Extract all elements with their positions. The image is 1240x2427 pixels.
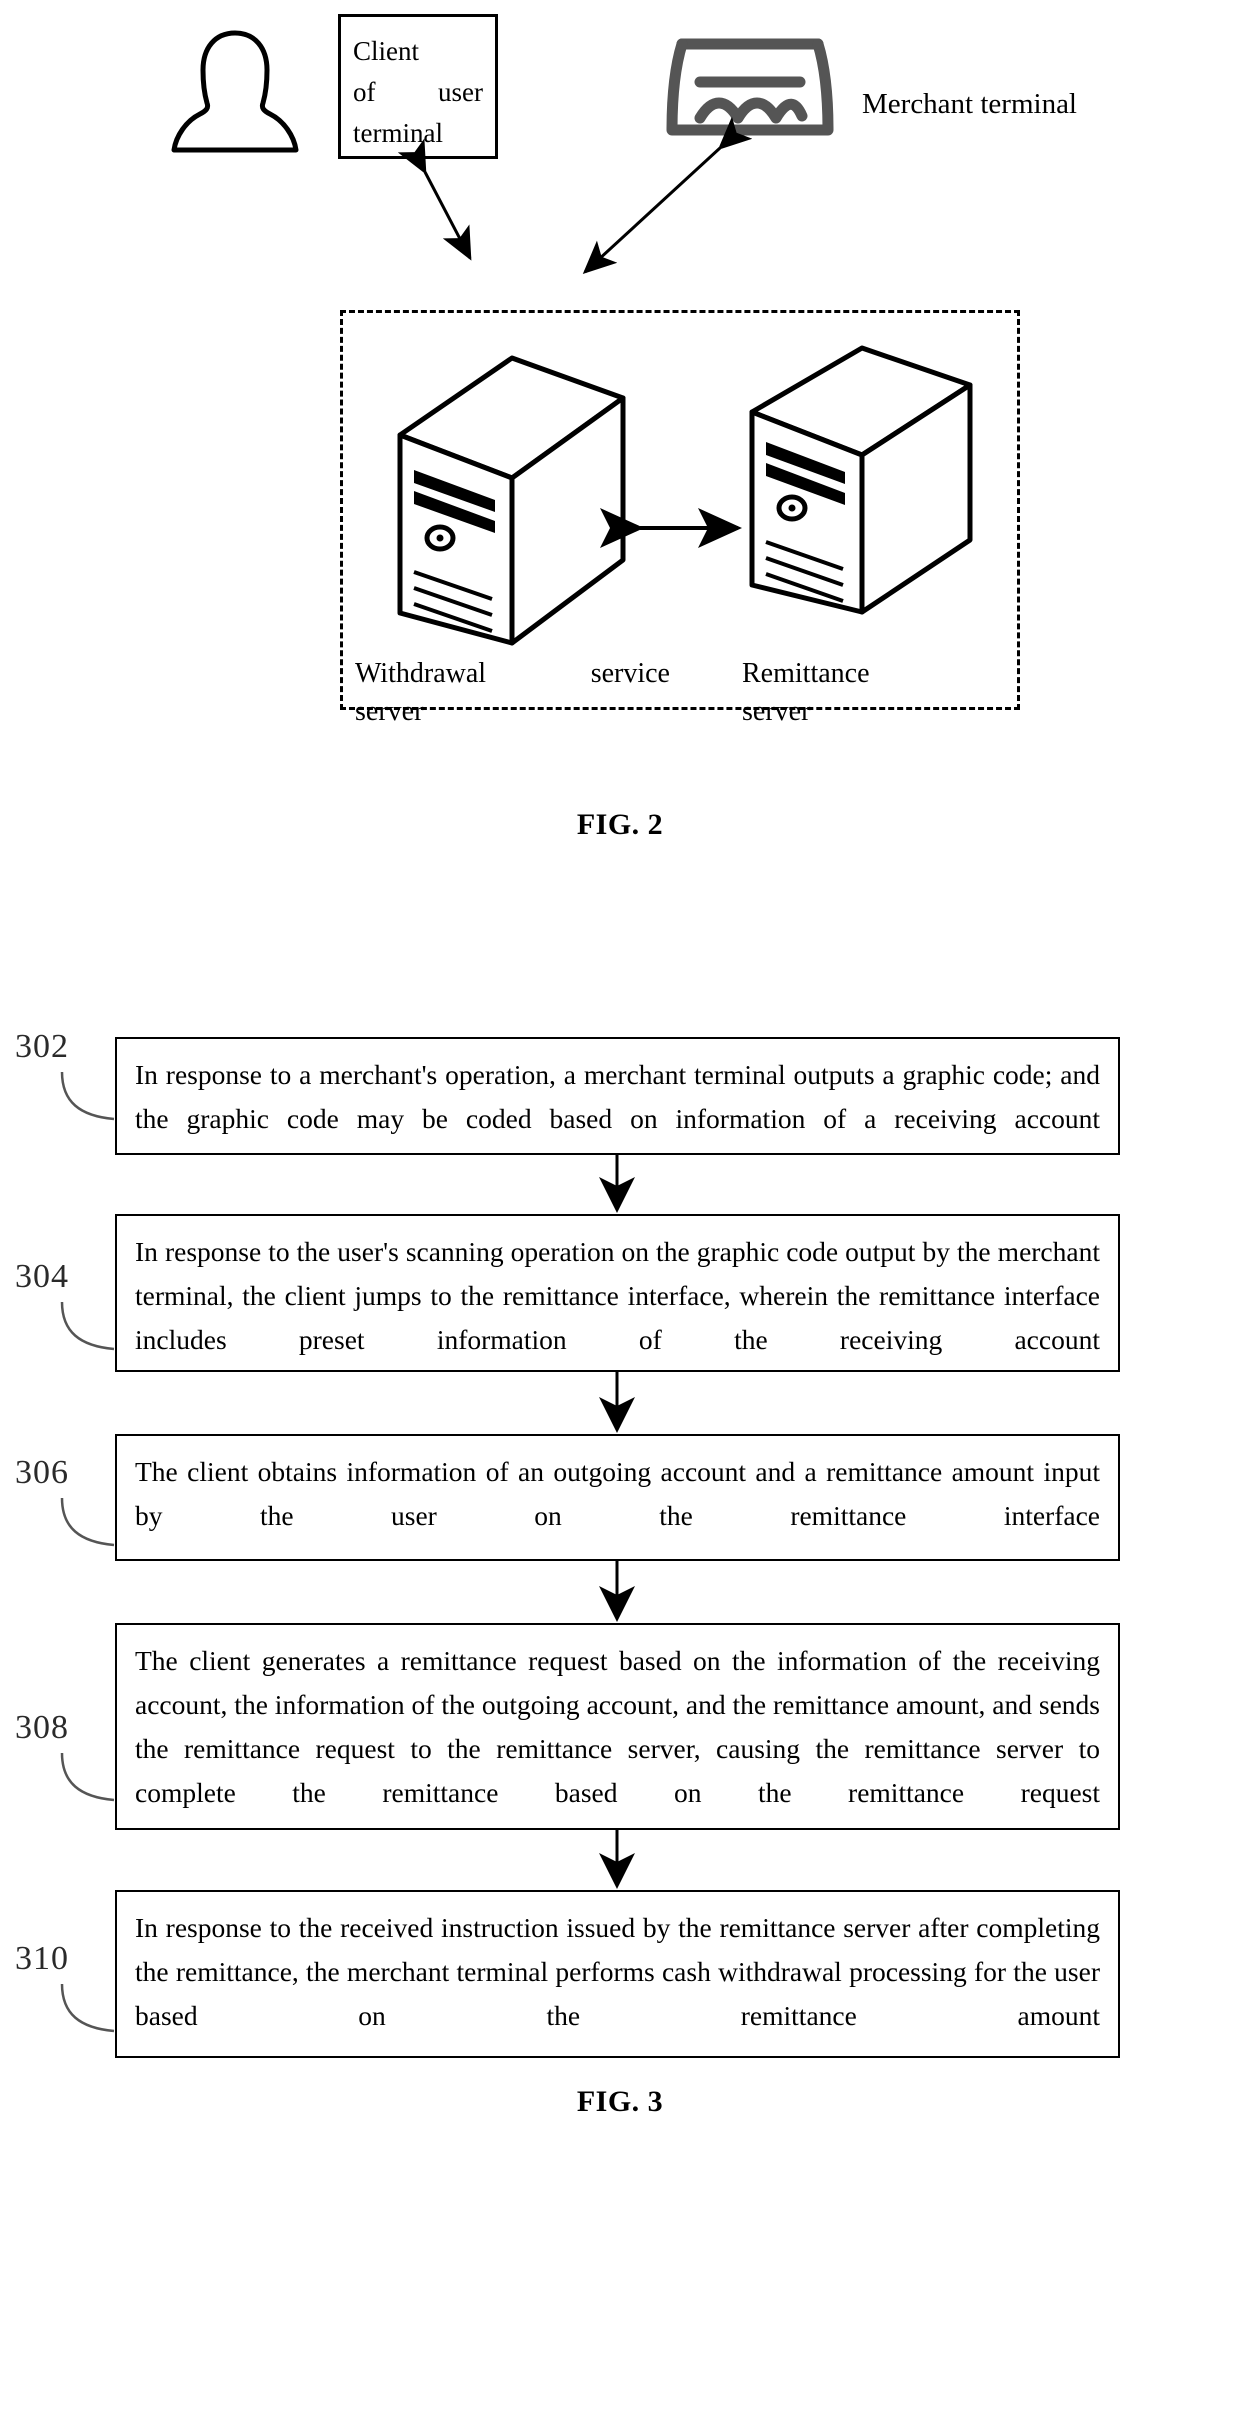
figure-2-container: Client of user terminal Merchant termina… — [0, 0, 1240, 880]
client-box-line-2: of user — [353, 72, 483, 113]
flow-step-box-310: In response to the received instruction … — [115, 1890, 1120, 2058]
figure-3-caption: FIG. 3 — [576, 2085, 664, 2118]
client-box-line-1: Client — [353, 36, 419, 66]
figure-2-caption: FIG. 2 — [576, 808, 664, 841]
withdrawal-service-server-label: Withdrawal service server — [355, 655, 685, 731]
client-of-user-terminal-box: Client of user terminal — [338, 14, 498, 159]
leader-306 — [60, 1497, 115, 1547]
remittance-label-line-2: server — [742, 696, 811, 727]
flow-step-box-308: The client generates a remittance reques… — [115, 1623, 1120, 1830]
leader-302 — [60, 1071, 115, 1121]
withdrawal-label-line-1: Withdrawal service — [355, 655, 670, 693]
client-box-line-3: terminal — [353, 118, 443, 148]
step-number-310: 310 — [15, 1940, 69, 1977]
flow-step-text-310: In response to the received instruction … — [135, 1912, 1100, 2031]
flow-step-text-306: The client obtains information of an out… — [135, 1456, 1100, 1531]
leader-310 — [60, 1983, 115, 2033]
server-group-dashed-boundary — [340, 310, 1020, 710]
flow-step-box-302: In response to a merchant's operation, a… — [115, 1037, 1120, 1155]
step-number-304: 304 — [15, 1258, 69, 1295]
remittance-server-label: Remittance server — [742, 655, 972, 731]
figure-3-container: 302 In response to a merchant's operatio… — [0, 880, 1240, 2427]
merchant-store-icon — [660, 30, 840, 140]
client-box-line-2-word-1: of — [353, 77, 376, 107]
withdrawal-label-line-2: server — [355, 696, 424, 727]
step-number-306: 306 — [15, 1454, 69, 1491]
leader-304 — [60, 1301, 115, 1351]
withdrawal-word-1: Withdrawal — [355, 658, 487, 689]
remittance-label-line-1: Remittance — [742, 658, 870, 689]
flow-step-text-304: In response to the user's scanning opera… — [135, 1236, 1100, 1355]
client-box-line-2-word-2: user — [438, 77, 483, 107]
withdrawal-word-2: service — [590, 658, 670, 689]
user-person-icon — [170, 28, 300, 153]
flow-step-box-304: In response to the user's scanning opera… — [115, 1214, 1120, 1372]
step-number-308: 308 — [15, 1709, 69, 1746]
flow-step-box-306: The client obtains information of an out… — [115, 1434, 1120, 1561]
leader-308 — [60, 1752, 115, 1802]
step-number-302: 302 — [15, 1028, 69, 1065]
flow-step-text-308: The client generates a remittance reques… — [135, 1645, 1100, 1808]
merchant-terminal-label: Merchant terminal — [862, 88, 1077, 120]
flow-step-text-302: In response to a merchant's operation, a… — [135, 1059, 1100, 1134]
arrow-client-to-withdrawal-server — [397, 138, 472, 261]
arrow-merchant-to-withdrawal-server — [582, 116, 753, 275]
